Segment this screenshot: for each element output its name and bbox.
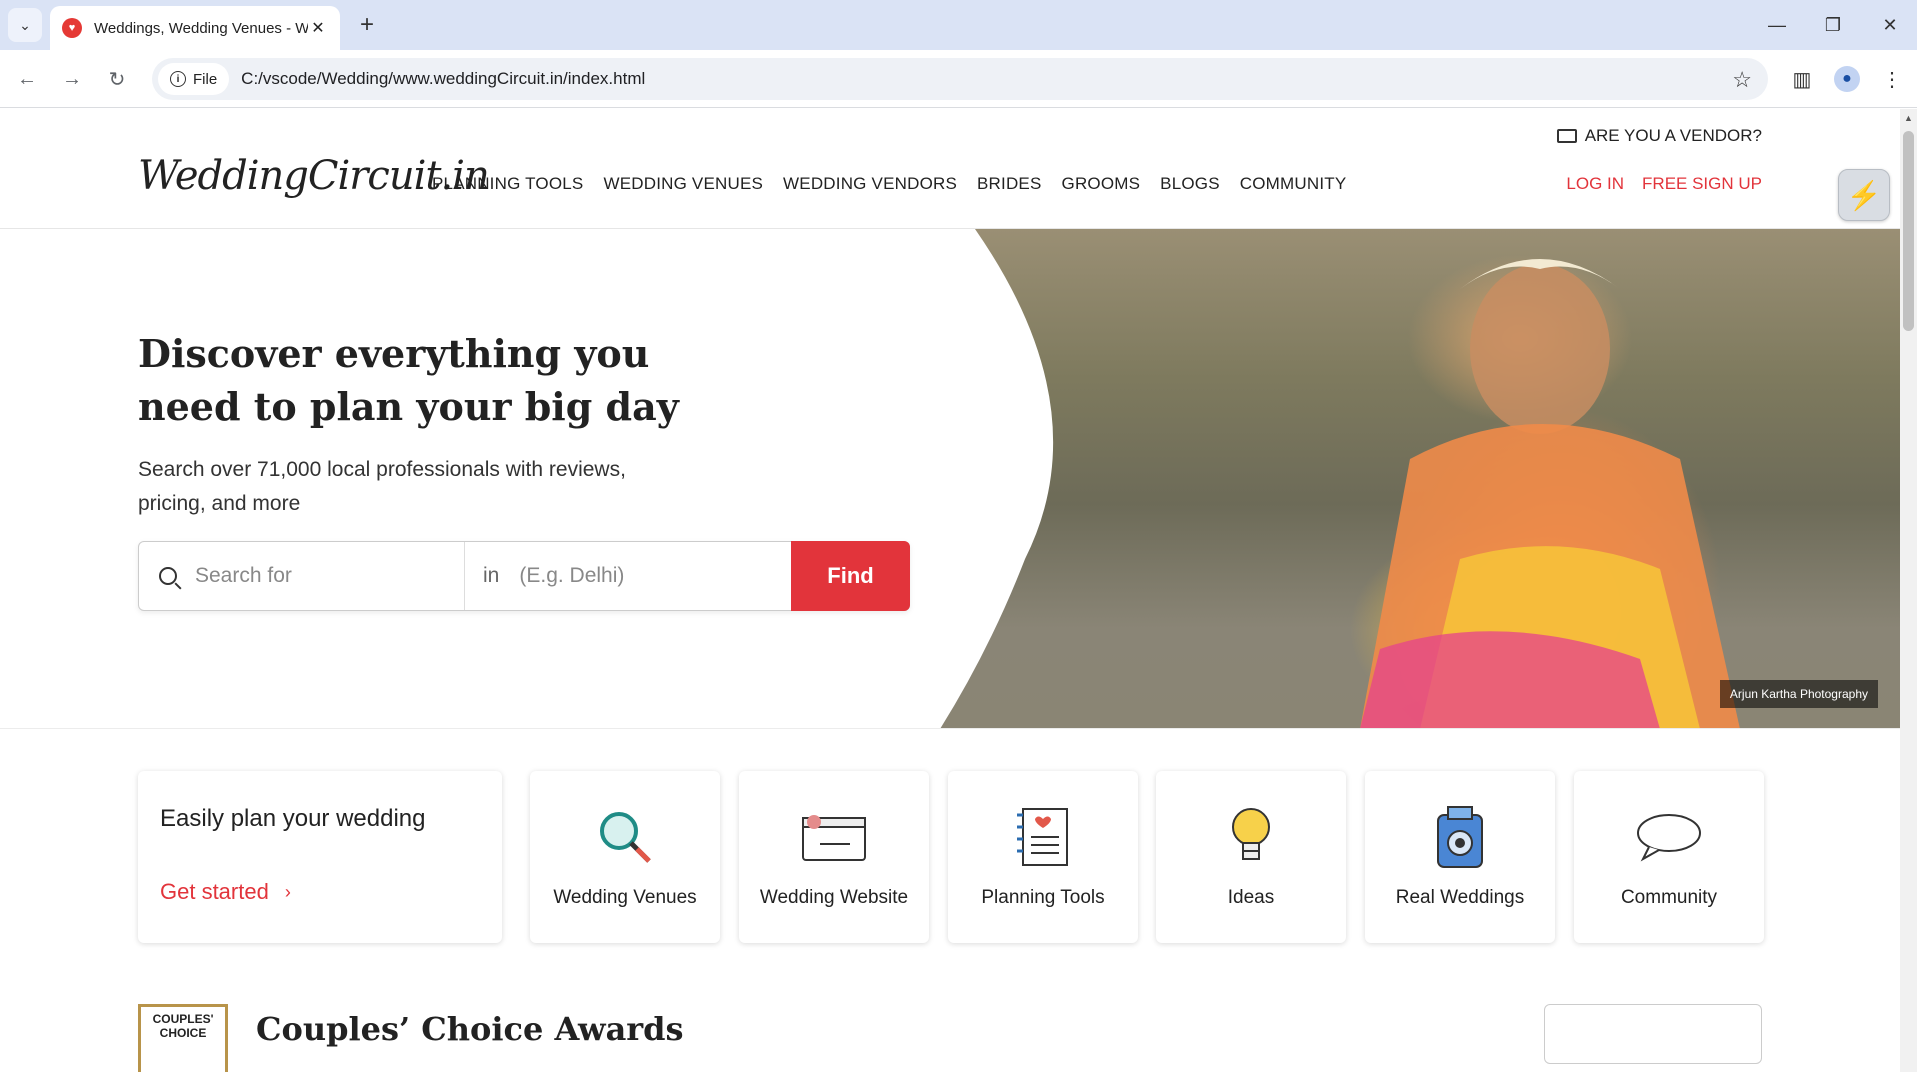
- web-page: WeddingCircuit.in PLANNING TOOLS WEDDING…: [0, 109, 1900, 1072]
- photo-credit: Arjun Kartha Photography: [1719, 680, 1878, 708]
- location-field[interactable]: in (E.g. Delhi): [465, 542, 791, 610]
- couples-choice-badge: COUPLES' CHOICE: [138, 1004, 228, 1072]
- nav-wedding-vendors[interactable]: WEDDING VENDORS: [783, 174, 957, 194]
- url-text[interactable]: C:/vscode/Wedding/www.weddingCircuit.in/…: [241, 69, 645, 89]
- profile-avatar-icon: ●: [1834, 66, 1860, 92]
- site-info-label: File: [193, 70, 218, 88]
- vendor-search-form: Search for in (E.g. Delhi) Find: [138, 541, 910, 611]
- search-icon: [159, 567, 177, 585]
- address-bar[interactable]: i File C:/vscode/Wedding/www.weddingCirc…: [152, 58, 1768, 100]
- notebook-icon: [1008, 805, 1078, 869]
- nav-grooms[interactable]: GROOMS: [1062, 174, 1141, 194]
- info-icon: i: [170, 71, 186, 87]
- active-tab[interactable]: ♥ Weddings, Wedding Venues - W ✕: [50, 6, 340, 50]
- new-tab-button[interactable]: +: [352, 10, 382, 40]
- tile-ideas[interactable]: Ideas: [1156, 771, 1346, 943]
- tab-close-icon[interactable]: ✕: [308, 18, 328, 38]
- scroll-thumb[interactable]: [1903, 131, 1914, 331]
- auth-links: LOG IN FREE SIGN UP: [1566, 174, 1762, 194]
- tile-planning-tools[interactable]: Planning Tools: [948, 771, 1138, 943]
- bookmark-star-icon[interactable]: ☆: [1732, 67, 1752, 93]
- vendor-link-label: ARE YOU A VENDOR?: [1584, 126, 1762, 145]
- site-favicon-icon: ♥: [62, 18, 82, 38]
- restore-button[interactable]: ❐: [1813, 8, 1853, 42]
- tab-title: Weddings, Wedding Venues - W: [94, 19, 308, 37]
- planning-cards: Easily plan your wedding Get started › W…: [0, 771, 1900, 946]
- location-prefix: in: [483, 564, 500, 587]
- page-scrollbar[interactable]: ▲: [1900, 109, 1917, 1072]
- nav-community[interactable]: COMMUNITY: [1240, 174, 1347, 194]
- lightbulb-icon: [1216, 805, 1286, 869]
- nav-planning-tools[interactable]: PLANNING TOOLS: [432, 174, 583, 194]
- signup-link[interactable]: FREE SIGN UP: [1642, 174, 1762, 194]
- tile-wedding-website[interactable]: Wedding Website: [739, 771, 929, 943]
- search-field[interactable]: Search for: [139, 542, 465, 610]
- close-window-button[interactable]: ✕: [1870, 8, 1910, 42]
- nav-brides[interactable]: BRIDES: [977, 174, 1042, 194]
- chevron-right-icon: ›: [284, 881, 291, 902]
- site-header: WeddingCircuit.in PLANNING TOOLS WEDDING…: [0, 109, 1900, 229]
- plan-title: Easily plan your wedding: [160, 805, 426, 832]
- hero-title: Discover everything you need to plan you…: [138, 331, 679, 429]
- vendor-link[interactable]: ARE YOU A VENDOR?: [1556, 126, 1762, 146]
- menu-kebab-icon[interactable]: ⋮: [1875, 62, 1909, 96]
- browser-tab-bar: ⌄ ♥ Weddings, Wedding Venues - W ✕ + — ❐…: [0, 0, 1917, 50]
- scroll-up-arrow-icon[interactable]: ▲: [1904, 113, 1913, 123]
- tile-label: Planning Tools: [981, 887, 1105, 908]
- tile-label: Real Weddings: [1395, 887, 1525, 908]
- get-started-link[interactable]: Get started ›: [160, 879, 291, 905]
- plan-card[interactable]: Easily plan your wedding Get started ›: [138, 771, 502, 943]
- nav-blogs[interactable]: BLOGS: [1160, 174, 1220, 194]
- tile-label: Community: [1620, 887, 1718, 908]
- tile-wedding-venues[interactable]: Wedding Venues: [530, 771, 720, 943]
- main-nav: PLANNING TOOLS WEDDING VENUES WEDDING VE…: [432, 174, 1366, 194]
- tile-community[interactable]: Community: [1574, 771, 1764, 943]
- side-panel-icon[interactable]: ▥: [1785, 62, 1819, 96]
- badge-line-1: COUPLES': [152, 1012, 214, 1026]
- view-all-button[interactable]: [1544, 1004, 1762, 1064]
- awards-section: COUPLES' CHOICE Couples’ Choice Awards: [0, 992, 1900, 1072]
- speech-bubble-icon: [1634, 805, 1704, 869]
- badge-line-2: CHOICE: [159, 1026, 207, 1040]
- tile-label: Ideas: [1227, 887, 1275, 908]
- nav-wedding-venues[interactable]: WEDDING VENUES: [603, 174, 763, 194]
- extension-lightning-icon[interactable]: ⚡: [1838, 169, 1890, 221]
- forward-button[interactable]: →: [55, 62, 89, 96]
- hero-subtitle: Search over 71,000 local professionals w…: [138, 458, 626, 515]
- find-button[interactable]: Find: [791, 541, 910, 611]
- search-input[interactable]: Search for: [195, 564, 292, 588]
- browser-toolbar: ← → ↻ i File C:/vscode/Wedding/www.weddi…: [0, 50, 1917, 108]
- get-started-label: Get started: [160, 879, 269, 904]
- tile-label: Wedding Website: [759, 887, 909, 908]
- camera-icon: [1425, 805, 1495, 869]
- site-info-chip[interactable]: i File: [158, 63, 230, 95]
- login-link[interactable]: LOG IN: [1566, 174, 1624, 194]
- awards-title: Couples’ Choice Awards: [256, 1010, 684, 1048]
- profile-button[interactable]: ●: [1830, 62, 1864, 96]
- tile-label: Wedding Venues: [553, 887, 697, 908]
- back-button[interactable]: ←: [10, 62, 44, 96]
- reload-button[interactable]: ↻: [100, 62, 134, 96]
- website-icon: [799, 805, 869, 869]
- hero-section: Arjun Kartha Photography Discover everyt…: [0, 229, 1900, 729]
- tile-real-weddings[interactable]: Real Weddings: [1365, 771, 1555, 943]
- minimize-button[interactable]: —: [1757, 8, 1797, 42]
- briefcase-icon: [1556, 129, 1577, 143]
- location-input[interactable]: (E.g. Delhi): [519, 564, 624, 588]
- tab-search-button[interactable]: ⌄: [8, 8, 42, 42]
- magnifier-icon: [590, 805, 660, 869]
